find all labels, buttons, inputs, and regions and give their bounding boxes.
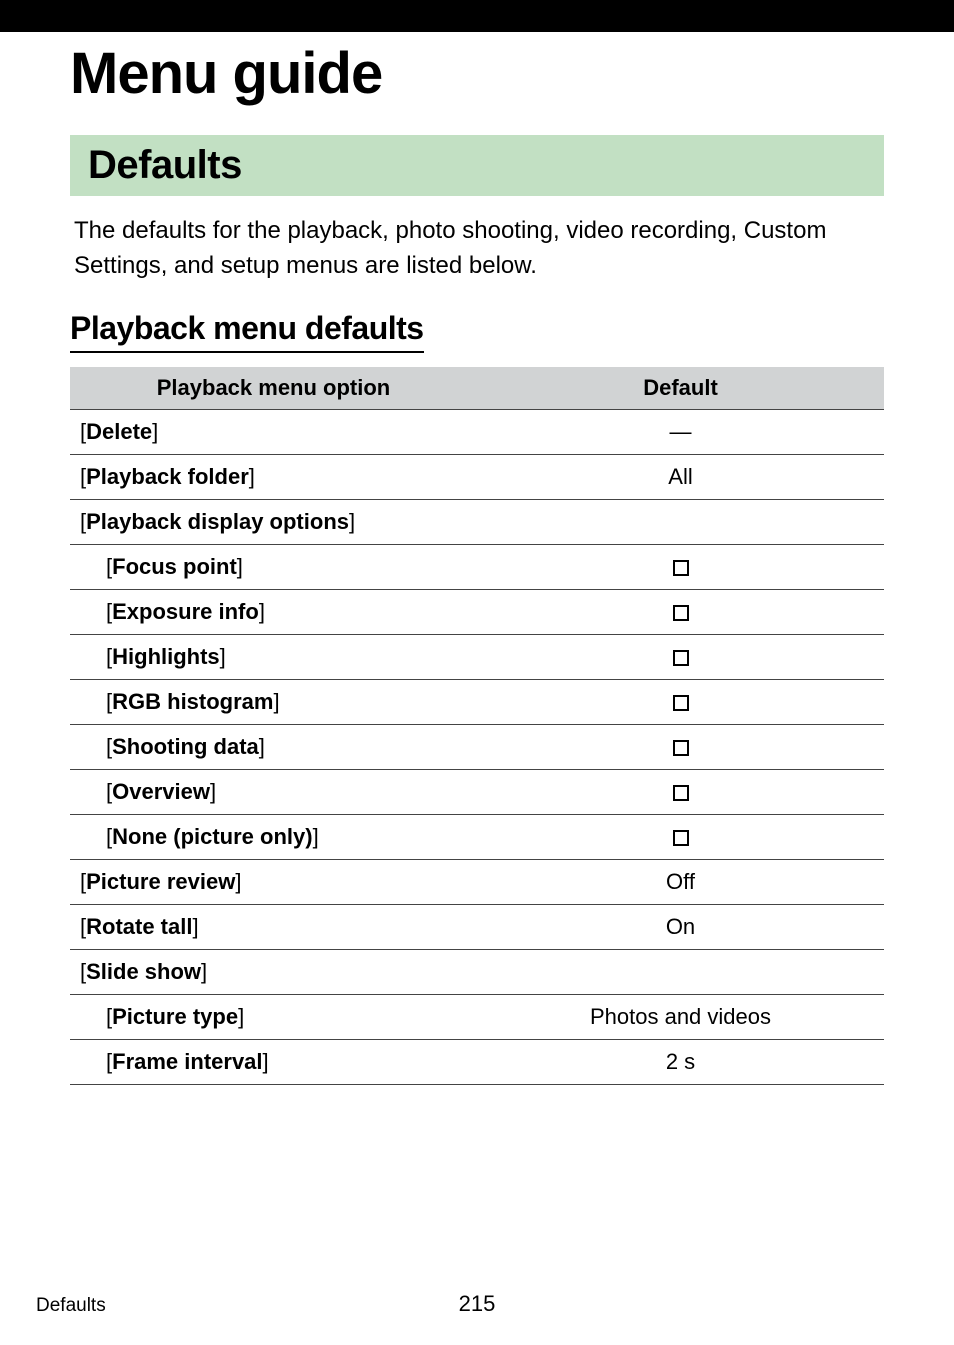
option-picture-type: [Picture type]	[70, 994, 477, 1039]
chapter-title: Menu guide	[70, 40, 884, 107]
checkbox-icon	[673, 650, 689, 666]
default-overview	[477, 769, 884, 814]
table-row: [Highlights]	[70, 634, 884, 679]
default-none-picture-only	[477, 814, 884, 859]
default-rgb-histogram	[477, 679, 884, 724]
checkbox-icon	[673, 740, 689, 756]
table-row: [Playback folder] All	[70, 454, 884, 499]
checkbox-icon	[673, 830, 689, 846]
table-row: [Delete] —	[70, 409, 884, 454]
default-frame-interval: 2 s	[477, 1039, 884, 1084]
default-highlights	[477, 634, 884, 679]
table-row: [None (picture only)]	[70, 814, 884, 859]
chapter-bar	[0, 0, 954, 32]
table-row: [Overview]	[70, 769, 884, 814]
option-shooting-data: [Shooting data]	[70, 724, 477, 769]
default-picture-type: Photos and videos	[477, 994, 884, 1039]
table-row: [Focus point]	[70, 544, 884, 589]
table-row: [Shooting data]	[70, 724, 884, 769]
page-footer: Defaults 215	[0, 1295, 954, 1317]
option-playback-display-options: [Playback display options]	[70, 499, 884, 544]
table-row: [Picture review] Off	[70, 859, 884, 904]
default-focus-point	[477, 544, 884, 589]
subsection-title: Playback menu defaults	[70, 310, 424, 353]
option-rotate-tall: [Rotate tall]	[70, 904, 477, 949]
table-row: [Rotate tall] On	[70, 904, 884, 949]
page-number: 215	[459, 1291, 496, 1317]
intro-text: The defaults for the playback, photo sho…	[70, 214, 884, 284]
default-shooting-data	[477, 724, 884, 769]
header-default: Default	[477, 367, 884, 410]
option-focus-point: [Focus point]	[70, 544, 477, 589]
table-row: [Frame interval] 2 s	[70, 1039, 884, 1084]
default-picture-review: Off	[477, 859, 884, 904]
table-row: [Exposure info]	[70, 589, 884, 634]
table-row-group: [Playback display options]	[70, 499, 884, 544]
checkbox-icon	[673, 605, 689, 621]
table-row: [RGB histogram]	[70, 679, 884, 724]
default-rotate-tall: On	[477, 904, 884, 949]
option-overview: [Overview]	[70, 769, 477, 814]
defaults-table: Playback menu option Default [Delete] — …	[70, 367, 884, 1085]
option-none-picture-only: [None (picture only)]	[70, 814, 477, 859]
option-exposure-info: [Exposure info]	[70, 589, 477, 634]
header-option: Playback menu option	[70, 367, 477, 410]
option-slide-show: [Slide show]	[70, 949, 884, 994]
page-content: Menu guide Defaults The defaults for the…	[0, 40, 954, 1085]
checkbox-icon	[673, 695, 689, 711]
table-row: [Picture type] Photos and videos	[70, 994, 884, 1039]
option-playback-folder: [Playback folder]	[70, 454, 477, 499]
table-header-row: Playback menu option Default	[70, 367, 884, 410]
option-highlights: [Highlights]	[70, 634, 477, 679]
checkbox-icon	[673, 560, 689, 576]
option-picture-review: [Picture review]	[70, 859, 477, 904]
option-delete: [Delete]	[70, 409, 477, 454]
section-header: Defaults	[70, 135, 884, 196]
default-exposure-info	[477, 589, 884, 634]
default-delete: —	[477, 409, 884, 454]
checkbox-icon	[673, 785, 689, 801]
footer-section-label: Defaults	[36, 1295, 106, 1317]
option-frame-interval: [Frame interval]	[70, 1039, 477, 1084]
table-row-group: [Slide show]	[70, 949, 884, 994]
default-playback-folder: All	[477, 454, 884, 499]
option-rgb-histogram: [RGB histogram]	[70, 679, 477, 724]
